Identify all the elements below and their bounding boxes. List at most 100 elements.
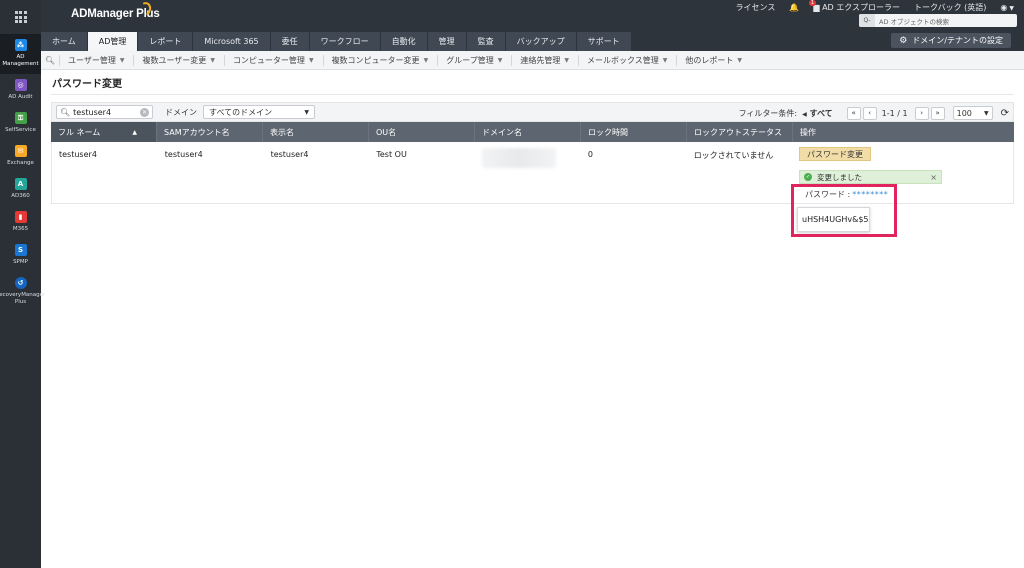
filter-select[interactable]: ◀ すべて [802, 108, 833, 119]
apps-launcher[interactable] [0, 0, 41, 34]
tab-ad-management[interactable]: AD管理 [87, 32, 139, 51]
column-domain[interactable]: ドメイン名 [475, 122, 581, 142]
sub-menu: 🔍︎ ユーザー管理 ▼ 複数ユーザー変更 ▼ コンピューター管理 ▼ 複数コンピュータ… [41, 51, 1024, 70]
submenu-mailbox-management[interactable]: メールボックス管理 ▼ [577, 54, 676, 66]
recovery-icon: ↺ [14, 277, 27, 289]
rail-item-ad-management[interactable]: ⁂ AD Management [0, 34, 41, 74]
column-sam[interactable]: SAMアカウント名 [157, 122, 263, 142]
rail-item-selfservice[interactable]: ⚿ SelfService [0, 107, 41, 140]
submenu-label: 連絡先管理 [520, 55, 561, 65]
chevron-down-icon: ▼ [564, 56, 569, 64]
user-icon: ◉ [1000, 3, 1008, 12]
tab-automation[interactable]: 自動化 [380, 32, 428, 51]
chevron-down-icon: ▼ [119, 56, 125, 64]
prev-page-button[interactable]: ‹ [862, 106, 877, 120]
cell-full-name: testuser4 [59, 150, 97, 159]
tab-microsoft365[interactable]: Microsoft 365 [193, 32, 271, 51]
next-page-button[interactable]: › [914, 106, 929, 120]
ad-audit-icon: ◎ [14, 79, 27, 91]
left-product-rail: ⁂ AD Management ◎ AD Audit ⚿ SelfService… [0, 0, 45, 568]
tab-reports[interactable]: レポート [138, 32, 194, 51]
success-message: ✓ 変更しました × [799, 170, 942, 184]
first-page-button[interactable]: « [846, 106, 861, 120]
rail-label: SelfService [5, 127, 36, 133]
chevron-down-icon: ▼ [1009, 5, 1014, 12]
chevron-down-icon: ▼ [983, 109, 989, 117]
rail-item-recoverymanager[interactable]: ↺ RecoveryManager Plus [0, 272, 45, 312]
submenu-group-management[interactable]: グループ管理 ▼ [437, 54, 511, 66]
clear-icon[interactable]: ✕ [140, 107, 149, 117]
pagination-controls: フィルター条件: ◀ すべて « ‹ 1-1 / 1 › » 100 ▼ ⟳ [739, 103, 1009, 123]
rail-item-ad-audit[interactable]: ◎ AD Audit [0, 74, 41, 107]
domain-settings-label: ドメイン/テナントの設定 [912, 36, 1003, 45]
submenu-contact-management[interactable]: 連絡先管理 ▼ [511, 54, 578, 66]
filter-bar: 🔍︎ testuser4 ✕ ドメイン すべてのドメイン ▼ フィルター条件: … [51, 102, 1014, 122]
cell-display-name: testuser4 [270, 150, 309, 159]
column-lock-time[interactable]: ロック時間 [581, 122, 687, 142]
close-icon[interactable]: × [930, 173, 937, 182]
chevron-down-icon: ▼ [304, 108, 309, 116]
rail-item-ad360[interactable]: A AD360 [0, 173, 41, 206]
domain-settings-button[interactable]: ⚙ ドメイン/テナントの設定 [891, 33, 1011, 48]
rail-item-exchange[interactable]: ✉ Exchange [0, 140, 41, 173]
filter-label: フィルター条件: [738, 108, 798, 118]
chevron-down-icon: ▼ [210, 56, 215, 64]
rail-label: AD360 [11, 193, 30, 199]
caret-left-icon: ◀ [802, 110, 807, 118]
sharepoint-icon: S [14, 244, 27, 256]
mail-icon: ✉ [14, 145, 27, 157]
talkback-link[interactable]: トークバック (英語) [914, 2, 986, 13]
search-icon: 🔍︎ [60, 107, 71, 117]
column-label: ロックアウトステータス [694, 127, 782, 137]
cell-sam: testuser4 [164, 150, 203, 159]
ad-explorer-label: AD エクスプローラー [822, 3, 900, 12]
submenu-label: メールボックス管理 [586, 55, 659, 65]
tab-audit[interactable]: 監査 [466, 32, 506, 51]
rail-item-m365[interactable]: ▮ M365 [0, 206, 41, 239]
page-title: パスワード変更 [52, 79, 122, 90]
column-label: OU名 [376, 127, 397, 137]
submenu-bulk-user-modify[interactable]: 複数ユーザー変更 ▼ [133, 54, 223, 66]
user-menu[interactable]: ◉ ▼ [1000, 3, 1014, 12]
user-search-input[interactable]: 🔍︎ testuser4 ✕ [56, 105, 153, 119]
submenu-user-management[interactable]: ユーザー管理 ▼ [59, 54, 133, 66]
column-label: 操作 [800, 127, 816, 137]
change-password-button[interactable]: パスワード変更 [799, 147, 871, 161]
highlight-box [791, 184, 897, 237]
submenu-label: 複数コンピューター変更 [331, 55, 420, 65]
tab-delegation[interactable]: 委任 [270, 32, 310, 51]
ad-explorer-link[interactable]: ▆ AD エクスプローラー [813, 2, 900, 13]
submenu-other-reports[interactable]: 他のレポート ▼ [676, 54, 751, 66]
submenu-bulk-computer-modify[interactable]: 複数コンピューター変更 ▼ [322, 54, 438, 66]
ad-object-search[interactable]: Q- AD オブジェクトの検索 [859, 14, 1017, 27]
rail-label: AD Management [2, 54, 39, 67]
domain-select[interactable]: すべてのドメイン ▼ [203, 105, 315, 119]
tab-support[interactable]: サポート [576, 32, 632, 51]
column-display-name[interactable]: 表示名 [263, 122, 369, 142]
page-size-select[interactable]: 100 ▼ [952, 106, 993, 120]
column-ou[interactable]: OU名 [369, 122, 475, 142]
column-label: SAMアカウント名 [164, 127, 230, 137]
chevron-down-icon: ▼ [308, 56, 314, 64]
key-icon: ⚿ [14, 112, 27, 124]
column-full-name[interactable]: フル ネーム ▲ [51, 122, 157, 142]
last-page-button[interactable]: » [930, 106, 945, 120]
search-icon[interactable]: 🔍︎ [41, 56, 59, 65]
ad-management-icon: ⁂ [14, 39, 27, 51]
tab-home[interactable]: ホーム [41, 32, 88, 51]
tab-backup[interactable]: バックアップ [505, 32, 577, 51]
column-lockout-status[interactable]: ロックアウトステータス [687, 122, 793, 142]
office-icon: ▮ [14, 211, 27, 223]
column-actions: 操作 [793, 122, 1014, 142]
table-header: フル ネーム ▲ SAMアカウント名 表示名 OU名 ドメイン名 ロック時間 ロッ… [51, 122, 1014, 142]
rail-label: SPMP [13, 259, 28, 265]
submenu-computer-management[interactable]: コンピューター管理 ▼ [223, 54, 323, 66]
license-link[interactable]: ライセンス [736, 2, 776, 13]
submenu-label: グループ管理 [446, 55, 494, 65]
rail-item-spmp[interactable]: S SPMP [0, 239, 41, 272]
refresh-icon[interactable]: ⟳ [1001, 108, 1009, 119]
tab-workflow[interactable]: ワークフロー [309, 32, 381, 51]
notification-bell[interactable]: 🔔 1 [789, 0, 816, 12]
title-divider [51, 94, 1014, 95]
tab-admin[interactable]: 管理 [427, 32, 467, 51]
